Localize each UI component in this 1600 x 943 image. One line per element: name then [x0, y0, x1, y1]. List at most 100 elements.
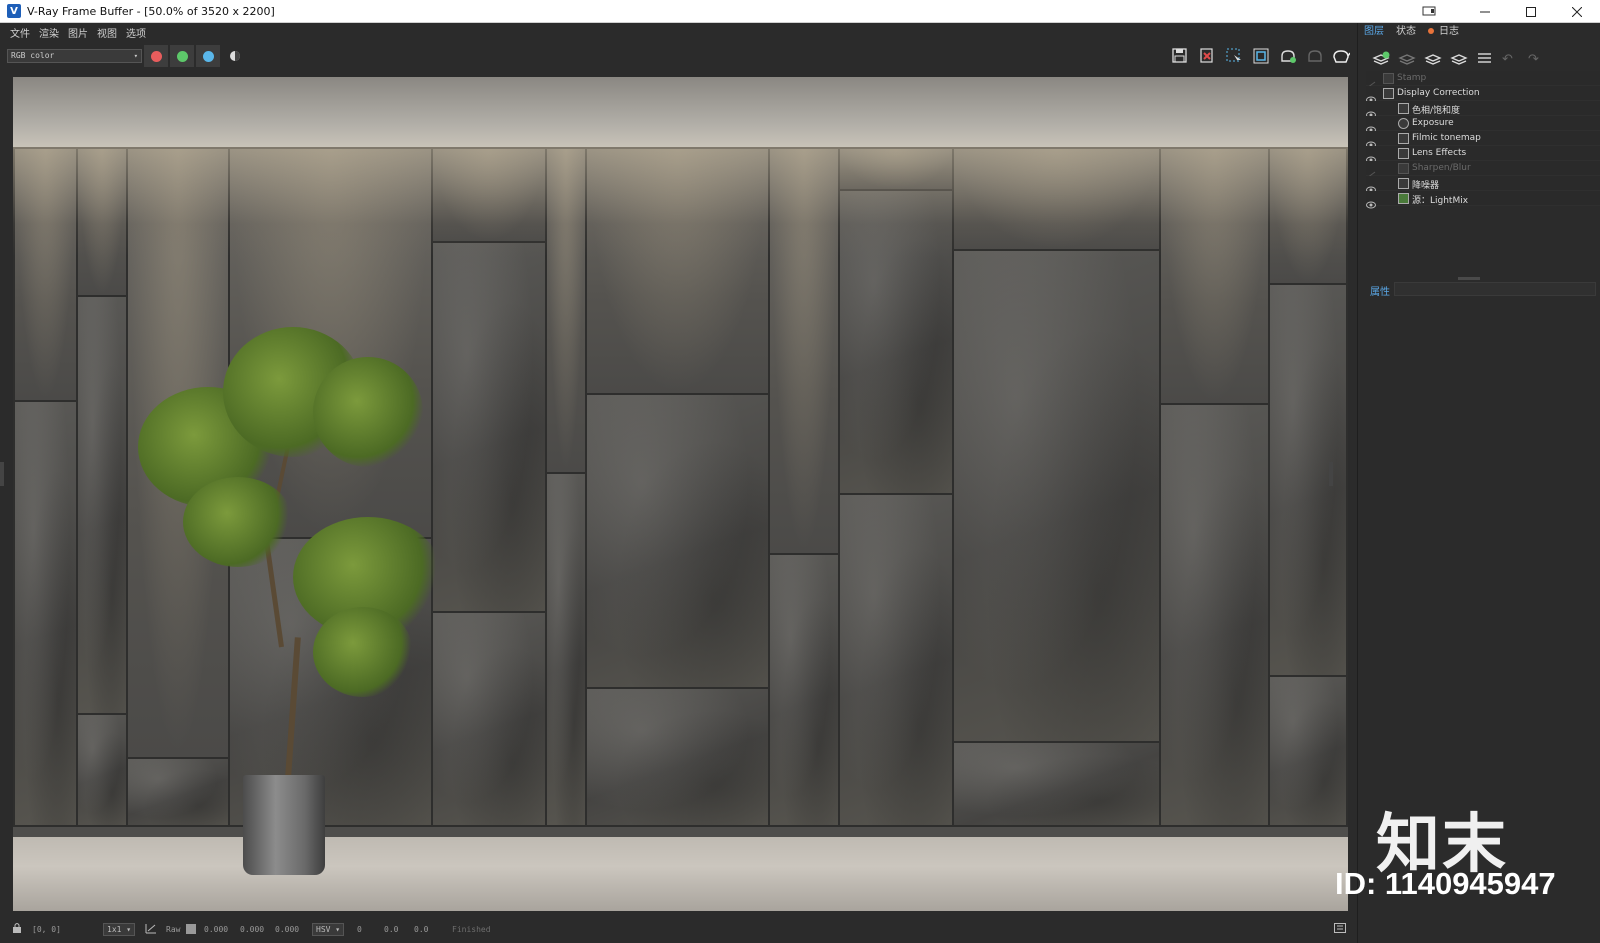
- layer-label: Stamp: [1397, 73, 1427, 83]
- hue-saturation-icon: [1398, 103, 1409, 114]
- add-layer-icon[interactable]: [1372, 51, 1390, 71]
- left-panel-grip[interactable]: [0, 462, 4, 486]
- layer-row[interactable]: Filmic tonemap: [1366, 131, 1600, 149]
- layer-row[interactable]: Stamp: [1366, 71, 1600, 89]
- color-mode-select[interactable]: HSV ▾: [312, 923, 345, 936]
- stop-render-icon[interactable]: [1305, 47, 1325, 65]
- layer-row[interactable]: 源：LightMix: [1366, 191, 1600, 209]
- eye-icon[interactable]: [1366, 194, 1376, 209]
- eye-hidden-icon[interactable]: [1366, 74, 1376, 89]
- layers-toolbar: ↶ ↷: [1358, 47, 1600, 71]
- watermark-id: ID: 1140945947: [1335, 866, 1556, 901]
- layer-label: Exposure: [1412, 118, 1454, 128]
- pick-color-icon[interactable]: [145, 922, 157, 936]
- menu-options[interactable]: 选项: [126, 25, 146, 40]
- close-button[interactable]: [1554, 0, 1600, 23]
- display-correction-icon: [1383, 88, 1394, 99]
- tab-stats[interactable]: 状态: [1390, 23, 1422, 41]
- log-alert-icon: [1428, 28, 1434, 34]
- layer-row[interactable]: Exposure: [1366, 116, 1600, 134]
- stamp-layer-icon: [1383, 73, 1394, 84]
- status-bar: [0, 0] 1x1 ▾ Raw 0.000 0.000 0.000 HSV ▾…: [0, 917, 1357, 943]
- title-bar: V V-Ray Frame Buffer - [50.0% of 3520 x …: [0, 0, 1600, 23]
- blue-dot-icon: [202, 50, 214, 62]
- green-channel-button[interactable]: [170, 45, 194, 67]
- layer-label: Filmic tonemap: [1412, 133, 1481, 143]
- interactive-render-icon[interactable]: [1278, 47, 1298, 65]
- eye-icon[interactable]: [1366, 89, 1376, 104]
- lens-effects-icon: [1398, 148, 1409, 159]
- panel-splitter-grip[interactable]: [1329, 462, 1333, 486]
- render-viewport[interactable]: [13, 77, 1348, 911]
- layer-list: Stamp Display Correction 色相/饱和度 Exposure…: [1366, 71, 1600, 209]
- maximize-button[interactable]: [1508, 0, 1554, 23]
- eye-icon[interactable]: [1366, 179, 1376, 194]
- ceiling-render: [13, 77, 1348, 147]
- red-dot-icon: [150, 50, 162, 62]
- window-title: V-Ray Frame Buffer - [50.0% of 3520 x 22…: [27, 4, 275, 18]
- tab-layers[interactable]: 图层: [1358, 23, 1390, 41]
- eye-icon[interactable]: [1366, 104, 1376, 119]
- layer-row[interactable]: Sharpen/Blur: [1366, 161, 1600, 179]
- menu-render[interactable]: 渲染: [39, 25, 59, 40]
- vray-app-icon: V: [7, 4, 21, 18]
- list-menu-icon[interactable]: [1476, 51, 1494, 71]
- region-render-icon[interactable]: [1251, 47, 1271, 65]
- remove-layer-icon[interactable]: [1398, 51, 1416, 71]
- render-teapot-icon[interactable]: [1331, 47, 1351, 65]
- menu-view[interactable]: 视图: [97, 25, 117, 40]
- region-select-icon[interactable]: [1224, 47, 1244, 65]
- redo-icon[interactable]: ↷: [1528, 52, 1539, 67]
- rgb-b-value: 0.000: [275, 925, 300, 934]
- color-mode-value: HSV: [316, 925, 331, 934]
- load-layer-icon[interactable]: [1450, 51, 1468, 71]
- exposure-icon: [1398, 118, 1409, 129]
- layer-label: Sharpen/Blur: [1412, 163, 1471, 173]
- blue-channel-button[interactable]: [196, 45, 220, 67]
- raw-label: Raw: [166, 925, 181, 934]
- zoom-select[interactable]: 1x1 ▾: [103, 923, 136, 936]
- rgb-r-value: 0.000: [204, 925, 229, 934]
- clear-icon[interactable]: [1197, 47, 1217, 65]
- properties-label: 属性: [1370, 287, 1390, 298]
- pixel-coords: [0, 0]: [32, 925, 61, 934]
- hsv-h-value: 0: [357, 925, 362, 934]
- eye-hidden-icon[interactable]: [1366, 164, 1376, 179]
- menu-file[interactable]: 文件: [10, 25, 30, 40]
- eye-icon[interactable]: [1366, 119, 1376, 134]
- panel-toggle-icon[interactable]: [1334, 923, 1346, 935]
- color-swatch: [186, 924, 196, 934]
- render-status: Finished: [452, 925, 491, 934]
- lock-icon[interactable]: [12, 922, 22, 936]
- denoiser-icon: [1398, 178, 1409, 189]
- tab-log-label: 日志: [1439, 26, 1459, 37]
- zoom-value: 1x1: [107, 925, 122, 934]
- channel-select[interactable]: RGB color ▾: [7, 49, 142, 63]
- menu-bar: 文件 渲染 图片 视图 选项: [0, 23, 1357, 41]
- hsv-s-value: 0.0: [384, 925, 399, 934]
- layer-label: 色相/饱和度: [1412, 106, 1461, 116]
- minimize-button[interactable]: [1462, 0, 1508, 23]
- layer-label: Display Correction: [1397, 88, 1480, 98]
- undo-icon[interactable]: ↶: [1502, 52, 1513, 67]
- layer-label: Lens Effects: [1412, 148, 1467, 158]
- tablet-mode-icon[interactable]: [1421, 4, 1437, 18]
- eye-icon[interactable]: [1366, 134, 1376, 149]
- chevron-down-icon: ▾: [133, 52, 138, 60]
- layer-row[interactable]: 降噪器: [1366, 176, 1600, 194]
- eye-icon[interactable]: [1366, 149, 1376, 164]
- red-channel-button[interactable]: [144, 45, 168, 67]
- layer-row[interactable]: Display Correction: [1366, 86, 1600, 104]
- layer-row[interactable]: Lens Effects: [1366, 146, 1600, 164]
- menu-image[interactable]: 图片: [68, 25, 88, 40]
- layer-label: 降噪器: [1412, 181, 1440, 191]
- green-dot-icon: [176, 50, 188, 62]
- layer-row[interactable]: 色相/饱和度: [1366, 101, 1600, 119]
- save-layer-icon[interactable]: [1424, 51, 1442, 71]
- floor-render: [13, 837, 1348, 911]
- alpha-channel-icon[interactable]: [225, 47, 245, 65]
- tab-log[interactable]: 日志: [1422, 23, 1465, 41]
- lightmix-source-icon: [1398, 193, 1409, 204]
- save-icon[interactable]: [1170, 47, 1190, 65]
- panel-splitter[interactable]: [1458, 277, 1480, 280]
